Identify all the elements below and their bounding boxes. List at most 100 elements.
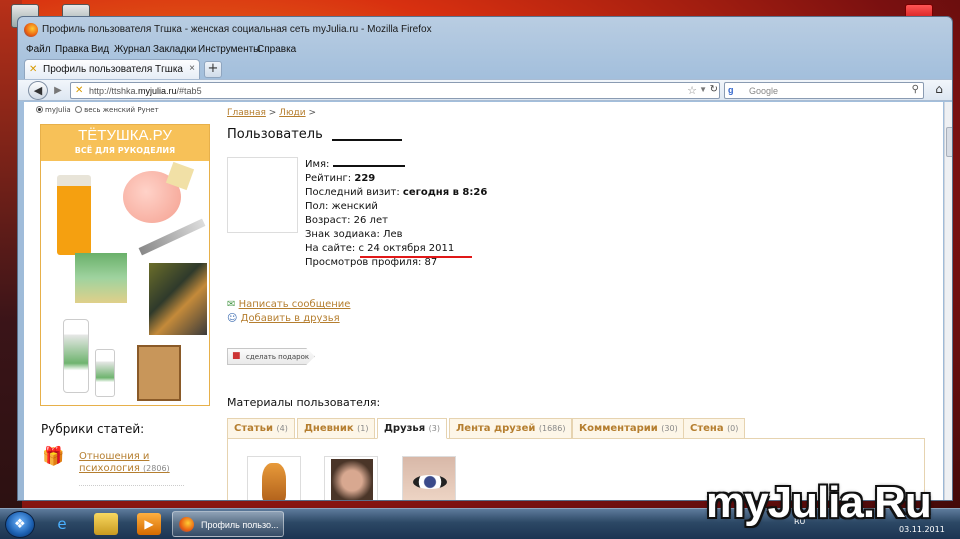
task-label: Профиль пользо...: [201, 520, 279, 530]
navigation-toolbar: ◀ ▶ ✕ http://ttshka.myjulia.ru/#tab5 ☆ ▼…: [18, 79, 952, 101]
on-site-label: На сайте:: [305, 243, 356, 254]
bookmark-star-icon[interactable]: ☆: [687, 84, 697, 97]
menu-view[interactable]: Вид: [91, 44, 109, 55]
radio-label: myJulia: [45, 106, 71, 114]
redacted-name: [332, 139, 402, 141]
tab-friends[interactable]: Друзья (3): [377, 418, 447, 439]
gift-icon: 🎁: [42, 446, 65, 467]
gift-button[interactable]: ■ сделать подарок: [227, 348, 315, 365]
tab-articles[interactable]: Статьи (4): [227, 418, 295, 439]
firefox-icon: [179, 517, 194, 532]
menu-file[interactable]: Файл: [26, 44, 51, 55]
site-favicon-icon: ✕: [29, 64, 38, 75]
gift-icon: ■: [232, 351, 241, 361]
browser-tab[interactable]: ✕ Профиль пользователя Тгшка - женск... …: [24, 59, 200, 79]
media-player-icon[interactable]: ▶: [137, 513, 161, 535]
friend-avatar[interactable]: [402, 456, 456, 500]
tab-count: (4): [276, 424, 288, 433]
wooden-box-image: [137, 345, 181, 401]
search-scope: myJulia весь женский Рунет: [36, 106, 159, 114]
internet-explorer-icon[interactable]: e: [50, 513, 74, 535]
scrollbar-thumb[interactable]: [946, 127, 952, 157]
folder-icon[interactable]: [94, 513, 118, 535]
radio-myjulia[interactable]: [36, 106, 43, 113]
tab-label: Лента друзей: [456, 423, 536, 434]
breadcrumb-home[interactable]: Главная: [227, 108, 266, 118]
menu-edit[interactable]: Правка: [55, 44, 89, 55]
on-site-value: с 24 октября 2011: [358, 243, 455, 254]
forward-button[interactable]: ▶: [50, 83, 66, 98]
ad-subtitle: ВСЁ ДЛЯ РУКОДЕЛИЯ: [74, 146, 176, 155]
paint-bottle-image: [63, 319, 89, 393]
rating-label: Рейтинг:: [305, 173, 352, 184]
write-message-action[interactable]: ✉ Написать сообщение: [227, 299, 350, 310]
vertical-scrollbar[interactable]: [944, 102, 952, 500]
paint-bottle-small-image: [95, 349, 115, 397]
tab-count: (30): [661, 424, 678, 433]
eye-image: [413, 475, 447, 489]
new-tab-button[interactable]: +: [204, 61, 222, 78]
napkin-image: [75, 253, 127, 303]
tiger-image: [262, 463, 286, 500]
radio-label: весь женский Рунет: [84, 106, 159, 114]
gift-button-label: сделать подарок: [246, 353, 310, 361]
tab-comments[interactable]: Комментарии (30): [572, 418, 685, 439]
browser-window: Профиль пользователя Тгшка - женская соц…: [17, 16, 953, 501]
menu-help[interactable]: Справка: [257, 44, 296, 55]
tab-wall[interactable]: Стена (0): [683, 418, 746, 439]
ad-header: ТЁТУШКА.РУ ВСЁ ДЛЯ РУКОДЕЛИЯ: [41, 125, 209, 161]
tab-label: Друзья: [384, 423, 426, 434]
site-favicon-icon: ✕: [75, 85, 84, 96]
friend-avatar[interactable]: [324, 456, 378, 500]
menu-history[interactable]: Журнал: [114, 44, 151, 55]
age-row: Возраст: 26 лет: [305, 215, 388, 226]
tab-diary[interactable]: Дневник (1): [297, 418, 376, 439]
address-bar[interactable]: ✕ http://ttshka.myjulia.ru/#tab5 ☆ ▼ ↻: [70, 82, 720, 99]
rubric-label[interactable]: Отношения и психология: [79, 451, 149, 474]
felt-wool-image: [149, 263, 207, 335]
rating-row: Рейтинг: 229: [305, 172, 487, 186]
divider: [79, 485, 184, 486]
radio-runet[interactable]: [75, 106, 83, 113]
add-friend-link[interactable]: Добавить в друзья: [241, 313, 340, 324]
last-visit-row: Последний визит: сегодня в 8:26: [305, 186, 487, 200]
taskbar-firefox-task[interactable]: Профиль пользо...: [172, 511, 284, 537]
red-underline: [360, 256, 472, 258]
add-user-icon: ☺: [227, 313, 238, 324]
tab-label: Комментарии: [579, 423, 658, 434]
rubric-link[interactable]: Отношения и психология (2806): [79, 451, 199, 475]
search-bar[interactable]: g Google ⚲: [724, 82, 924, 99]
page-viewport: myJulia весь женский Рунет ТЁТУШКА.РУ ВС…: [24, 102, 943, 500]
tab-bar: ✕ Профиль пользователя Тгшка - женск... …: [18, 58, 952, 80]
start-button[interactable]: ❖: [5, 511, 35, 538]
rubric-count: (2806): [143, 464, 170, 473]
last-visit-value: сегодня в 8:26: [402, 187, 488, 198]
tab-friends-feed[interactable]: Лента друзей (1686): [449, 418, 573, 439]
tab-count: (3): [428, 424, 440, 433]
message-icon: ✉: [227, 299, 236, 310]
reload-icon[interactable]: ↻: [710, 84, 718, 95]
last-visit-label: Последний визит:: [305, 187, 400, 198]
tweezers-image: [138, 218, 206, 256]
rubrics-title: Рубрики статей:: [41, 422, 145, 436]
on-site-row: На сайте: с 24 октября 2011: [305, 242, 487, 256]
name-label: Имя:: [305, 159, 330, 170]
chevron-down-icon[interactable]: ▼: [699, 85, 707, 94]
spray-can-image: [57, 175, 91, 255]
back-button[interactable]: ◀: [28, 81, 48, 100]
redacted-name-value: [332, 158, 405, 167]
google-icon[interactable]: g: [728, 85, 734, 95]
windows-logo-icon: ❖: [14, 517, 26, 532]
close-tab-icon[interactable]: ×: [189, 63, 195, 74]
friend-avatar[interactable]: [247, 456, 301, 500]
add-friend-action[interactable]: ☺ Добавить в друзья: [227, 313, 340, 324]
tab-label: Статьи: [234, 423, 274, 434]
write-message-link[interactable]: Написать сообщение: [239, 299, 351, 310]
menu-bookmarks[interactable]: Закладки: [153, 44, 196, 55]
home-icon[interactable]: ⌂: [930, 82, 948, 99]
search-icon[interactable]: ⚲: [912, 84, 919, 95]
breadcrumb-people[interactable]: Люди: [279, 108, 305, 118]
site-watermark: myJulia.Ru: [706, 478, 932, 527]
advertisement-banner[interactable]: ТЁТУШКА.РУ ВСЁ ДЛЯ РУКОДЕЛИЯ: [40, 124, 210, 406]
menu-tools[interactable]: Инструменты: [198, 44, 260, 55]
